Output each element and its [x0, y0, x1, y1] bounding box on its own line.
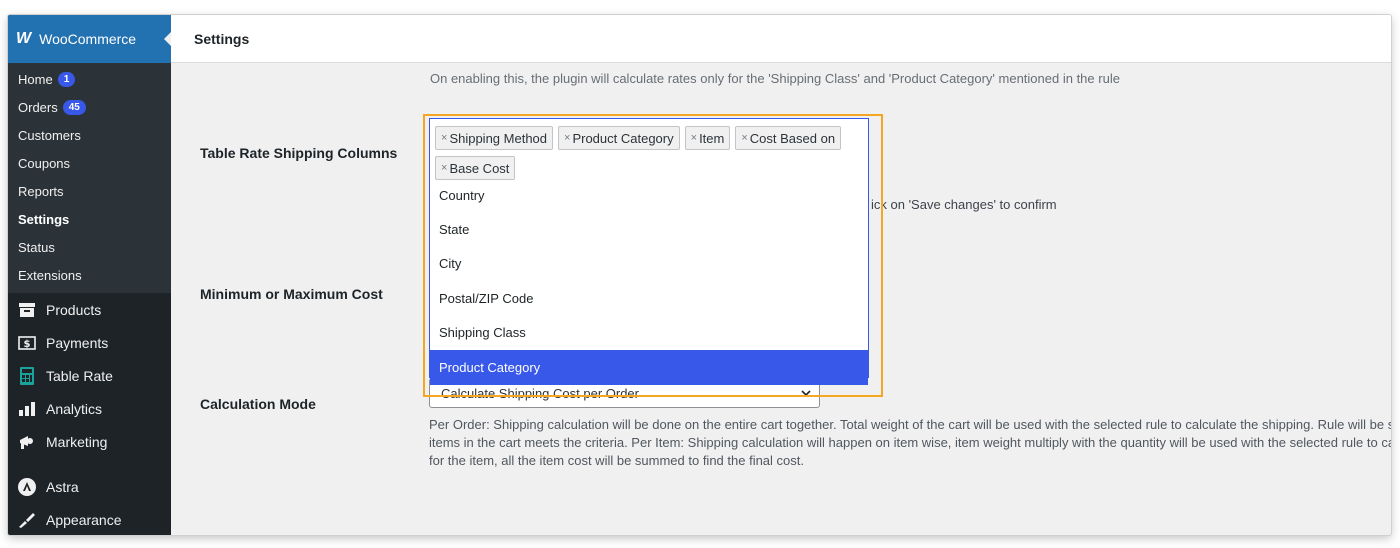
- menu-astra[interactable]: Astra: [8, 470, 171, 503]
- table-rate-columns-multiselect[interactable]: × Shipping Method × Product Category × Item…: [429, 118, 869, 385]
- menu-payments[interactable]: $ Payments: [8, 326, 171, 359]
- dropdown-options: Country State City Postal/ZIP Code Shipp…: [430, 188, 868, 385]
- remove-tag-icon[interactable]: ×: [441, 162, 447, 174]
- option-city[interactable]: City: [430, 247, 868, 282]
- menu-label: Products: [46, 301, 102, 318]
- chevron-down-icon: [800, 387, 812, 402]
- tag-item[interactable]: × Item: [684, 126, 731, 150]
- bar-chart-icon: [18, 400, 36, 418]
- page-title: Settings: [194, 30, 250, 47]
- tag-label: Product Category: [572, 130, 674, 146]
- menu-table-rate[interactable]: Table Rate: [8, 359, 171, 392]
- remove-tag-icon[interactable]: ×: [564, 132, 570, 144]
- archive-icon: [18, 301, 36, 319]
- woocommerce-submenu: Home 1 Orders 45 Customers Coupons Reports…: [8, 63, 171, 293]
- brush-icon: [18, 511, 36, 529]
- calculation-mode-label: Calculation Mode: [200, 396, 316, 412]
- menu-appearance[interactable]: Appearance: [8, 503, 171, 535]
- submenu-orders[interactable]: Orders 45: [8, 93, 171, 121]
- app-window: W WooCommerce Home 1 Orders 45 Customers C…: [8, 15, 1391, 535]
- settings-content: On enabling this, the plugin will calcul…: [171, 63, 1391, 535]
- submenu-label: Orders: [18, 99, 58, 115]
- calculation-mode-value: Calculate Shipping Cost per Order: [441, 385, 639, 401]
- menu-label: Marketing: [46, 433, 108, 450]
- tag-label: Cost Based on: [749, 130, 836, 146]
- menu-label: Analytics: [46, 400, 103, 417]
- selected-tags: × Shipping Method × Product Category × Item…: [430, 119, 868, 188]
- calculation-mode-description: Per Order: Shipping calculation will be …: [429, 417, 1391, 468]
- tag-shipping-method[interactable]: × Shipping Method: [435, 126, 554, 150]
- orders-badge: 45: [62, 99, 86, 115]
- tag-label: Shipping Method: [449, 130, 548, 146]
- svg-text:$: $: [24, 339, 31, 350]
- menu-marketing[interactable]: Marketing: [8, 425, 171, 458]
- scrolled-description: On enabling this, the plugin will calcul…: [430, 71, 1120, 86]
- home-badge: 1: [57, 71, 76, 87]
- woocommerce-title: WooCommerce: [39, 31, 137, 47]
- dollar-card-icon: $: [18, 334, 36, 352]
- tag-cost-based-on[interactable]: × Cost Based on: [735, 126, 842, 150]
- menu-analytics[interactable]: Analytics: [8, 392, 171, 425]
- menu-separator: [8, 458, 171, 470]
- menu-label: Payments: [46, 334, 109, 351]
- menu-products[interactable]: Products: [8, 293, 171, 326]
- tag-label: Base Cost: [449, 160, 510, 176]
- min-max-cost-label: Minimum or Maximum Cost: [200, 286, 383, 302]
- submenu-settings[interactable]: Settings: [8, 205, 171, 233]
- submenu-status[interactable]: Status: [8, 233, 171, 261]
- woocommerce-logo-icon: W: [16, 30, 32, 47]
- submenu-reports[interactable]: Reports: [8, 177, 171, 205]
- tag-product-category[interactable]: × Product Category: [558, 126, 680, 150]
- submenu-label: Home: [18, 71, 53, 87]
- remove-tag-icon[interactable]: ×: [441, 132, 447, 144]
- tag-label: Item: [699, 130, 725, 146]
- megaphone-icon: [18, 433, 36, 451]
- option-postal-zip[interactable]: Postal/ZIP Code: [430, 281, 868, 316]
- submenu-customers[interactable]: Customers: [8, 121, 171, 149]
- admin-sidebar: W WooCommerce Home 1 Orders 45 Customers C…: [8, 15, 172, 535]
- remove-tag-icon[interactable]: ×: [691, 132, 697, 144]
- submenu-extensions[interactable]: Extensions: [8, 261, 171, 289]
- menu-label: Table Rate: [46, 367, 113, 384]
- menu-label: Appearance: [46, 511, 122, 528]
- option-country[interactable]: Country: [430, 188, 868, 212]
- submenu-home[interactable]: Home 1: [8, 65, 171, 93]
- tag-base-cost[interactable]: × Base Cost: [435, 156, 516, 180]
- option-product-category[interactable]: Product Category: [430, 350, 868, 385]
- table-rate-columns-label: Table Rate Shipping Columns: [200, 145, 398, 161]
- woocommerce-menu-header[interactable]: W WooCommerce: [8, 15, 172, 63]
- remove-tag-icon[interactable]: ×: [741, 132, 747, 144]
- save-changes-hint: ick on 'Save changes' to confirm: [871, 197, 1057, 212]
- calculator-icon: [18, 366, 36, 385]
- option-state[interactable]: State: [430, 212, 868, 247]
- option-shipping-class[interactable]: Shipping Class: [430, 316, 868, 351]
- submenu-coupons[interactable]: Coupons: [8, 149, 171, 177]
- top-header: Settings: [171, 15, 1391, 63]
- menu-label: Astra: [46, 478, 79, 495]
- astra-icon: [18, 477, 36, 496]
